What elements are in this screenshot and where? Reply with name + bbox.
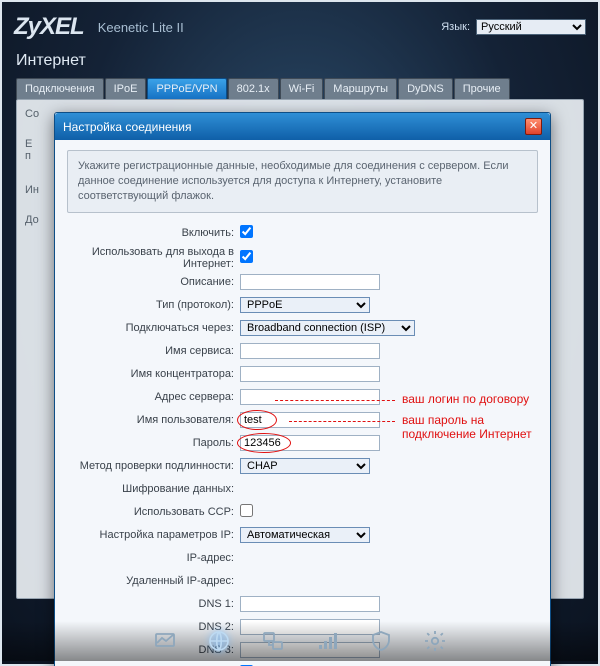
select-type[interactable]: PPPoE (240, 297, 370, 313)
lang-label: Язык: (441, 21, 470, 33)
monitor-icon[interactable] (151, 627, 179, 655)
connection-settings-dialog: Настройка соединения ✕ Укажите регистрац… (54, 112, 551, 666)
hint-text: Укажите регистрационные данные, необходи… (67, 150, 538, 213)
shield-icon[interactable] (367, 627, 395, 655)
label-enable: Включить: (67, 227, 240, 239)
select-auth[interactable]: CHAP (240, 458, 370, 474)
close-icon[interactable]: ✕ (525, 118, 542, 135)
form-area: Включить: Использовать для выхода в Инте… (67, 223, 538, 666)
checkbox-use-inet[interactable] (240, 250, 253, 263)
bottom-dock (2, 621, 598, 661)
dialog-titlebar: Настройка соединения ✕ (55, 113, 550, 140)
checkbox-enable[interactable] (240, 225, 253, 238)
tab-bar: Подключения IPoE PPPoE/VPN 802.1x Wi-Fi … (2, 78, 598, 99)
annotation-pass-l1: ваш пароль на (402, 414, 484, 428)
wifi-bars-icon[interactable] (313, 627, 341, 655)
label-remote-ip: Удаленный IP-адрес: (67, 575, 240, 587)
dialog-body: Укажите регистрационные данные, необходи… (55, 140, 550, 666)
input-username[interactable] (240, 412, 380, 428)
product-name: Keenetic Lite II (98, 20, 442, 35)
dialog-title: Настройка соединения (63, 120, 191, 134)
tab-dydns[interactable]: DyDNS (398, 78, 453, 99)
label-encrypt: Шифрование данных: (67, 483, 240, 495)
checkbox-ccp[interactable] (240, 504, 253, 517)
label-auth: Метод проверки подлинности: (67, 460, 240, 472)
tab-other[interactable]: Прочие (454, 78, 510, 99)
network-icon[interactable] (259, 627, 287, 655)
tab-8021x[interactable]: 802.1x (228, 78, 279, 99)
label-username: Имя пользователя: (67, 414, 240, 426)
input-service[interactable] (240, 343, 380, 359)
select-via[interactable]: Broadband connection (ISP) (240, 320, 415, 336)
annotation-login: ваш логин по договору (402, 393, 529, 407)
annotation-pass-l2: подключение Интернет (402, 428, 532, 442)
gear-icon[interactable] (421, 627, 449, 655)
tab-pppoe-vpn[interactable]: PPPoE/VPN (147, 78, 226, 99)
label-server: Адрес сервера: (67, 391, 240, 403)
label-via: Подключаться через: (67, 322, 240, 334)
page-header: Интернет (2, 46, 598, 78)
label-dns1: DNS 1: (67, 598, 240, 610)
app-window: ZyXEL Keenetic Lite II Язык: Русский Инт… (0, 0, 600, 666)
input-description[interactable] (240, 274, 380, 290)
logo: ZyXEL (14, 13, 84, 41)
label-concentrator: Имя концентратора: (67, 368, 240, 380)
label-ipcfg: Настройка параметров IP: (67, 529, 240, 541)
input-concentrator[interactable] (240, 366, 380, 382)
globe-icon[interactable] (205, 627, 233, 655)
input-dns1[interactable] (240, 596, 380, 612)
label-description: Описание: (67, 276, 240, 288)
page-title: Интернет (16, 52, 584, 70)
label-password: Пароль: (67, 437, 240, 449)
label-use-inet: Использовать для выхода в Интернет: (67, 246, 240, 270)
label-ccp: Использовать CCP: (67, 506, 240, 518)
input-password[interactable] (240, 435, 380, 451)
label-type: Тип (протокол): (67, 299, 240, 311)
label-ip: IP-адрес: (67, 552, 240, 564)
tab-connections[interactable]: Подключения (16, 78, 104, 99)
tab-routes[interactable]: Маршруты (324, 78, 397, 99)
tab-wifi[interactable]: Wi-Fi (280, 78, 324, 99)
label-service: Имя сервиса: (67, 345, 240, 357)
select-ipcfg[interactable]: Автоматическая (240, 527, 370, 543)
top-bar: ZyXEL Keenetic Lite II Язык: Русский (2, 2, 598, 46)
lang-select[interactable]: Русский (476, 19, 586, 35)
tab-ipoe[interactable]: IPoE (105, 78, 147, 99)
input-server[interactable] (240, 389, 380, 405)
